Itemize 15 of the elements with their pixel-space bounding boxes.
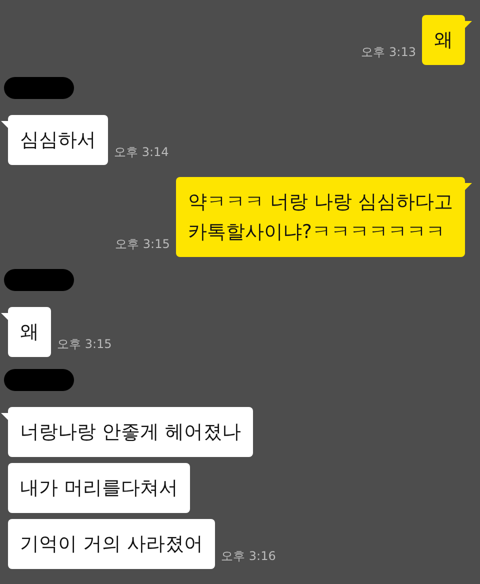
message-bubble: 내가 머리를다쳐서 bbox=[8, 463, 190, 513]
bubble-tail bbox=[464, 183, 472, 191]
redaction-mark bbox=[4, 369, 74, 391]
bubble-tail bbox=[464, 21, 472, 29]
redaction-mark bbox=[4, 269, 74, 291]
message-time: 오후 3:15 bbox=[115, 236, 170, 253]
bubble-tail bbox=[1, 413, 9, 421]
message-time: 오후 3:15 bbox=[57, 336, 112, 353]
redaction-mark bbox=[4, 77, 74, 99]
bubble-tail bbox=[1, 121, 9, 129]
bubble-tail bbox=[1, 313, 9, 321]
message-time: 오후 3:14 bbox=[114, 144, 169, 161]
message-time: 오후 3:13 bbox=[361, 44, 416, 61]
message-time: 오후 3:16 bbox=[221, 548, 276, 565]
message-bubble: 기억이 거의 사라졌어 bbox=[8, 519, 216, 569]
